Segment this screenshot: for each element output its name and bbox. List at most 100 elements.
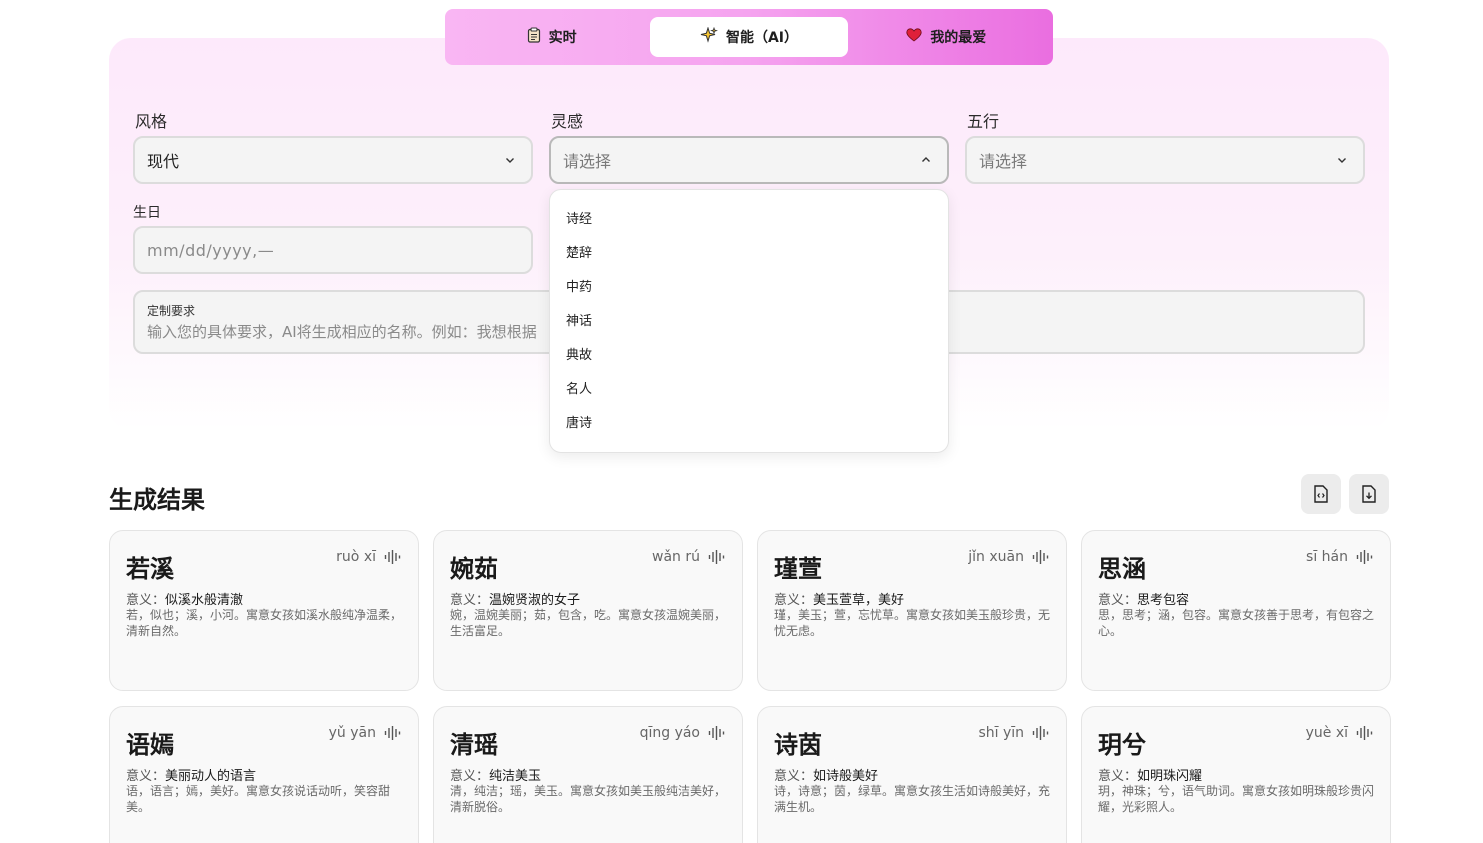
result-meaning: 意义：美丽动人的语言 [126, 765, 256, 784]
audio-wave-icon[interactable] [1356, 549, 1374, 565]
meaning-text: 思考包容 [1137, 593, 1190, 608]
result-pinyin: jǐn xuān [968, 549, 1024, 565]
inspiration-select[interactable]: 请选择 [549, 136, 949, 184]
style-select-value: 现代 [147, 152, 180, 171]
result-meaning: 意义：美玉萱草，美好 [774, 589, 904, 608]
meaning-prefix: 意义： [126, 769, 166, 784]
result-description: 清，纯洁；瑶，美玉。寓意女孩如美玉般纯洁美好，清新脱俗。 [450, 784, 727, 814]
result-name: 瑾萱 [774, 555, 822, 583]
tab-ai[interactable]: 智能（AI） [650, 17, 848, 57]
result-pinyin: yǔ yān [328, 725, 376, 741]
birthday-input[interactable]: mm/dd/yyyy,— [133, 226, 533, 274]
audio-wave-icon[interactable] [1032, 549, 1050, 565]
birthday-placeholder: mm/dd/yyyy,— [147, 240, 275, 260]
mode-tab-bar: 实时 智能（AI） 我的最爱 [445, 9, 1053, 65]
meaning-prefix: 意义： [1098, 769, 1138, 784]
name-result-card[interactable]: 语嫣 yǔ yān 意义：美丽动人的语言 语，语言；嫣，美好。寓意女孩说话动听，笑容甜… [109, 706, 419, 843]
name-result-card[interactable]: 玥兮 yuè xī 意义：如明珠闪耀 玥，神珠；兮，语气助词。寓意女孩如明珠般珍贵闪耀… [1081, 706, 1391, 843]
meaning-prefix: 意义： [774, 769, 814, 784]
style-label: 风格 [135, 112, 168, 131]
name-result-card[interactable]: 诗茵 shī yīn 意义：如诗般美好 诗，诗意；茵，绿草。寓意女孩生活如诗般美好，充… [757, 706, 1067, 843]
result-pinyin: qīng yáo [639, 725, 700, 741]
result-name: 语嫣 [126, 731, 174, 759]
result-name: 清瑶 [450, 731, 498, 759]
result-meaning: 意义：似溪水般清澈 [126, 589, 243, 608]
chevron-up-icon [922, 157, 930, 162]
name-result-card[interactable]: 若溪 ruò xī 意义：似溪水般清澈 若，似也；溪，小河。寓意女孩如溪水般纯净温柔，… [109, 530, 419, 691]
audio-wave-icon[interactable] [384, 549, 402, 565]
meaning-prefix: 意义： [450, 769, 490, 784]
meaning-text: 如诗般美好 [813, 769, 879, 784]
download-button[interactable] [1349, 474, 1389, 514]
result-pinyin: ruò xī [336, 549, 376, 565]
style-select[interactable]: 现代 [133, 136, 533, 184]
inspiration-select-placeholder: 请选择 [563, 152, 612, 171]
name-result-card[interactable]: 瑾萱 jǐn xuān 意义：美玉萱草，美好 瑾，美玉；萱，忘忧草。寓意女孩如美玉般珍… [757, 530, 1067, 691]
wuxing-select-placeholder: 请选择 [979, 152, 1028, 171]
result-pinyin: sī hán [1306, 549, 1348, 565]
result-pinyin: shī yīn [978, 725, 1024, 741]
audio-wave-icon[interactable] [708, 725, 726, 741]
birthday-label: 生日 [133, 205, 161, 221]
tab-ai-label: 智能（AI） [725, 30, 799, 46]
clipboard-icon [527, 27, 541, 47]
result-meaning: 意义：思考包容 [1098, 589, 1189, 608]
result-name: 婉茹 [450, 555, 498, 583]
meaning-text: 似溪水般清澈 [165, 593, 244, 608]
meaning-text: 美丽动人的语言 [165, 769, 257, 784]
meaning-prefix: 意义： [126, 593, 166, 608]
dropdown-option[interactable]: 中药 [550, 268, 948, 302]
dropdown-option[interactable]: 楚辞 [550, 234, 948, 268]
result-description: 瑾，美玉；萱，忘忧草。寓意女孩如美玉般珍贵，无忧无虑。 [774, 608, 1051, 638]
dropdown-option[interactable]: 典故 [550, 336, 948, 370]
meaning-prefix: 意义： [774, 593, 814, 608]
meaning-text: 纯洁美玉 [489, 769, 542, 784]
name-result-card[interactable]: 清瑶 qīng yáo 意义：纯洁美玉 清，纯洁；瑶，美玉。寓意女孩如美玉般纯洁美好，… [433, 706, 743, 843]
result-description: 诗，诗意；茵，绿草。寓意女孩生活如诗般美好，充满生机。 [774, 784, 1051, 814]
tab-realtime-label: 实时 [548, 30, 577, 46]
meaning-prefix: 意义： [1098, 593, 1138, 608]
result-meaning: 意义：如明珠闪耀 [1098, 765, 1202, 784]
meaning-text: 如明珠闪耀 [1137, 769, 1203, 784]
result-name: 若溪 [126, 555, 174, 583]
dropdown-option[interactable]: 诗经 [550, 200, 948, 234]
meaning-prefix: 意义： [450, 593, 490, 608]
result-meaning: 意义：如诗般美好 [774, 765, 878, 784]
result-description: 语，语言；嫣，美好。寓意女孩说话动听，笑容甜美。 [126, 784, 391, 814]
audio-wave-icon[interactable] [1032, 725, 1050, 741]
audio-wave-icon[interactable] [708, 549, 726, 565]
file-code-icon [1314, 485, 1328, 503]
result-name: 诗茵 [774, 731, 822, 759]
tab-realtime[interactable]: 实时 [453, 17, 650, 57]
chevron-down-icon [1338, 158, 1346, 163]
results-title: 生成结果 [109, 486, 205, 514]
name-result-card[interactable]: 婉茹 wǎn rú 意义：温婉贤淑的女子 婉，温婉美丽；茹，包含，吃。寓意女孩温婉美丽… [433, 530, 743, 691]
audio-wave-icon[interactable] [1356, 725, 1374, 741]
result-description: 思，思考；涵，包容。寓意女孩善于思考，有包容之心。 [1098, 608, 1375, 638]
meaning-text: 美玉萱草，美好 [813, 593, 905, 608]
file-download-icon [1362, 485, 1376, 503]
result-pinyin: yuè xī [1305, 725, 1348, 741]
export-json-button[interactable] [1301, 474, 1341, 514]
result-pinyin: wǎn rú [652, 549, 700, 565]
result-meaning: 意义：纯洁美玉 [450, 765, 541, 784]
result-description: 婉，温婉美丽；茹，包含，吃。寓意女孩温婉美丽，生活富足。 [450, 608, 727, 638]
tab-favorites[interactable]: 我的最爱 [848, 17, 1045, 57]
result-description: 玥，神珠；兮，语气助词。寓意女孩如明珠般珍贵闪耀，光彩照人。 [1098, 784, 1375, 814]
result-name: 玥兮 [1098, 731, 1146, 759]
wuxing-select[interactable]: 请选择 [965, 136, 1365, 184]
dropdown-option[interactable]: 名人 [550, 370, 948, 404]
tab-favorites-label: 我的最爱 [930, 30, 987, 46]
result-description: 若，似也；溪，小河。寓意女孩如溪水般纯净温柔，清新自然。 [126, 608, 403, 638]
chevron-down-icon [506, 158, 514, 163]
result-meaning: 意义：温婉贤淑的女子 [450, 589, 580, 608]
audio-wave-icon[interactable] [384, 725, 402, 741]
meaning-text: 温婉贤淑的女子 [489, 593, 581, 608]
dropdown-option[interactable]: 神话 [550, 302, 948, 336]
dropdown-option[interactable]: 唐诗 [550, 404, 948, 438]
name-result-card[interactable]: 思涵 sī hán 意义：思考包容 思，思考；涵，包容。寓意女孩善于思考，有包容之心。 [1081, 530, 1391, 691]
heart-icon [906, 28, 922, 46]
sparkles-icon [700, 26, 718, 47]
inspiration-label: 灵感 [551, 112, 584, 131]
wuxing-label: 五行 [967, 112, 1000, 131]
